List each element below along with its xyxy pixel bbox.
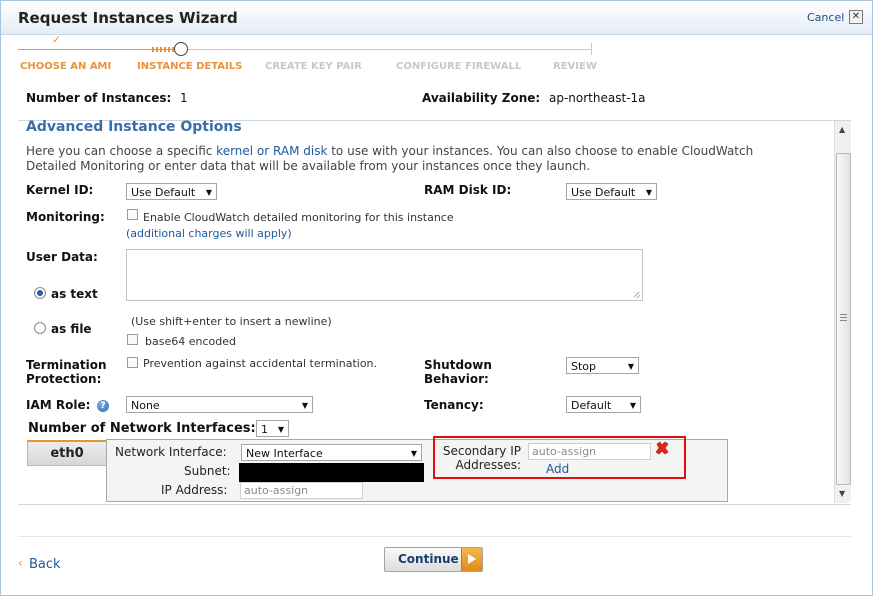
iam-select[interactable]: None ▼ — [126, 396, 313, 413]
shutdown-label-line1: Shutdown — [424, 358, 492, 372]
ip-address-input[interactable]: auto-assign — [240, 482, 363, 499]
add-secondary-ip-link[interactable]: Add — [546, 462, 569, 476]
current-step-marker — [174, 42, 188, 56]
interface-label: Network Interface: — [115, 445, 227, 459]
tab-eth0[interactable]: eth0 — [27, 440, 107, 466]
cancel-link[interactable]: Cancel — [807, 11, 844, 24]
monitoring-checkbox[interactable] — [127, 209, 138, 220]
advanced-heading: Advanced Instance Options — [26, 119, 242, 135]
vertical-scrollbar[interactable]: ▲ ▼ — [834, 121, 851, 503]
chevron-down-icon: ▼ — [277, 425, 284, 434]
termination-label-line1: Termination — [26, 358, 107, 372]
ramdisk-label: RAM Disk ID: — [424, 183, 512, 197]
subnet-redacted — [239, 463, 424, 482]
step-create-key-pair: CREATE KEY PAIR — [265, 61, 362, 72]
as-text-radio[interactable] — [34, 287, 46, 299]
interface-select-value: New Interface — [246, 447, 323, 460]
subnet-label: Subnet: — [184, 464, 231, 478]
play-arrow-icon — [461, 548, 482, 571]
userdata-hint: (Use shift+enter to insert a newline) — [131, 315, 332, 328]
step-progress-dots — [152, 47, 174, 52]
continue-label: Continue — [398, 552, 459, 566]
window-title: Request Instances Wizard — [18, 9, 238, 27]
termination-label: Termination Protection: — [26, 358, 107, 386]
kernel-select-value: Use Default — [131, 186, 196, 199]
base64-checkbox[interactable] — [127, 334, 138, 345]
step-review: REVIEW — [553, 61, 597, 72]
shutdown-select[interactable]: Stop ▼ — [566, 357, 639, 374]
additional-charges-link[interactable]: (additional charges will apply) — [126, 227, 292, 240]
iam-select-value: None — [131, 399, 160, 412]
secondary-ip-input[interactable]: auto-assign — [528, 443, 651, 460]
monitoring-checkbox-label: Enable CloudWatch detailed monitoring fo… — [143, 211, 454, 224]
chevron-down-icon: ▼ — [301, 401, 308, 410]
shutdown-label-line2: Behavior: — [424, 372, 489, 386]
step-done-check-icon: ✓ — [52, 33, 62, 46]
scroll-down-icon[interactable]: ▼ — [839, 489, 845, 498]
tenancy-select-value: Default — [571, 399, 612, 412]
help-icon[interactable]: ? — [97, 400, 109, 412]
nic-count-select-value: 1 — [261, 423, 268, 436]
back-link[interactable]: Back — [29, 557, 61, 572]
nic-count-select[interactable]: 1 ▼ — [256, 420, 289, 437]
termination-label-line2: Protection: — [26, 372, 102, 386]
intro-text-post: to use with your instances. You can also… — [327, 144, 754, 158]
advanced-intro: Here you can choose a specific kernel or… — [26, 144, 826, 158]
progress-end-tick — [591, 43, 592, 55]
scroll-thumb[interactable] — [836, 153, 851, 485]
ip-label: IP Address: — [161, 483, 228, 497]
remove-icon[interactable] — [655, 441, 669, 455]
termination-checkbox-label: Prevention against accidental terminatio… — [143, 357, 378, 370]
advanced-intro-line2: Detailed Monitoring or enter data that w… — [26, 159, 591, 173]
shutdown-select-value: Stop — [571, 360, 597, 373]
interface-select[interactable]: New Interface ▼ — [241, 444, 422, 461]
tenancy-select[interactable]: Default ▼ — [566, 396, 641, 413]
chevron-down-icon: ▼ — [629, 401, 636, 410]
as-file-label: as file — [51, 322, 92, 336]
chevron-down-icon: ▼ — [627, 362, 634, 371]
chevron-down-icon: ▼ — [410, 449, 417, 458]
kernel-select[interactable]: Use Default ▼ — [126, 183, 217, 200]
kernel-label: Kernel ID: — [26, 183, 94, 197]
secondary-ip-label-line2: Addresses: — [455, 458, 521, 472]
step-instance-details: INSTANCE DETAILS — [137, 61, 243, 72]
monitoring-label: Monitoring: — [26, 210, 105, 224]
close-icon[interactable]: ✕ — [849, 10, 863, 24]
continue-button[interactable]: Continue — [384, 547, 483, 572]
base64-label: base64 encoded — [145, 335, 236, 348]
userdata-label: User Data: — [26, 250, 98, 264]
footer-divider — [18, 536, 851, 537]
step-choose-ami: CHOOSE AN AMI — [20, 61, 112, 72]
chevron-down-icon: ▼ — [205, 188, 212, 197]
ramdisk-select-value: Use Default — [571, 186, 636, 199]
secondary-ip-label: Secondary IP Addresses: — [438, 444, 521, 472]
iam-label: IAM Role: — [26, 398, 91, 412]
as-text-label: as text — [51, 287, 98, 301]
tenancy-label: Tenancy: — [424, 398, 484, 412]
userdata-textarea[interactable] — [126, 249, 643, 301]
chevron-down-icon: ▼ — [645, 188, 652, 197]
back-chevron-icon[interactable]: ‹ — [18, 556, 23, 570]
kernel-ramdisk-link[interactable]: kernel or RAM disk — [216, 144, 327, 158]
instances-label: Number of Instances: — [26, 91, 172, 105]
as-file-radio[interactable] — [34, 322, 46, 334]
shutdown-label: Shutdown Behavior: — [424, 358, 492, 386]
nic-count-label: Number of Network Interfaces: — [28, 421, 256, 436]
secondary-ip-label-line1: Secondary IP — [442, 444, 521, 458]
progress-track-todo — [187, 49, 592, 50]
step-configure-firewall: CONFIGURE FIREWALL — [396, 61, 522, 72]
intro-text-pre: Here you can choose a specific — [26, 144, 217, 158]
zone-label: Availability Zone: — [422, 91, 541, 105]
instances-value: 1 — [180, 91, 188, 105]
scroll-up-icon[interactable]: ▲ — [839, 125, 845, 134]
zone-value: ap-northeast-1a — [549, 91, 646, 105]
termination-checkbox[interactable] — [127, 357, 138, 368]
resize-grip-icon[interactable] — [634, 292, 640, 298]
ramdisk-select[interactable]: Use Default ▼ — [566, 183, 657, 200]
